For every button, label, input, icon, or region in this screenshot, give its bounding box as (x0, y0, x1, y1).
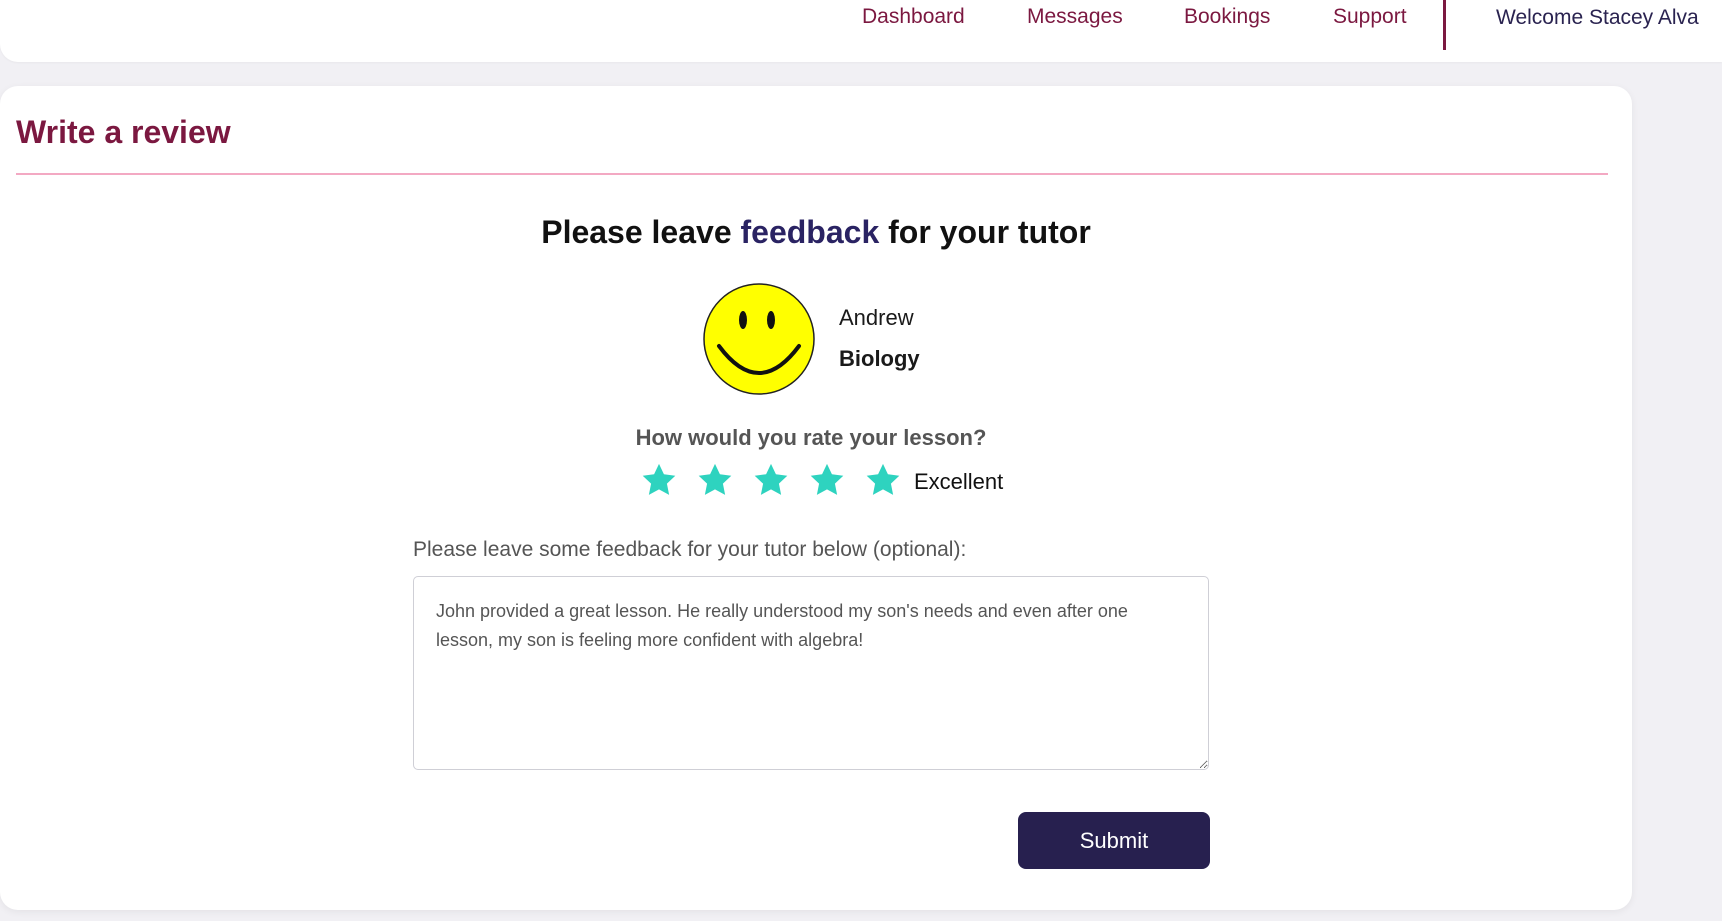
nav-link-support[interactable]: Support (1333, 4, 1407, 30)
rating-label: Excellent (914, 469, 1004, 494)
review-card: Write a review Please leave feedback for… (0, 86, 1632, 910)
feedback-label: Please leave some feedback for your tuto… (413, 538, 967, 561)
nav-divider (1443, 0, 1446, 50)
heading-text-accent: feedback (740, 214, 880, 250)
star-rating: Excellent (640, 460, 1003, 500)
star-icon-2[interactable] (696, 461, 734, 499)
star-icon-4[interactable] (808, 461, 846, 499)
top-navigation-bar: Dashboard Messages Bookings Support Welc… (0, 0, 1722, 62)
submit-button[interactable]: Submit (1018, 812, 1210, 869)
nav-link-bookings[interactable]: Bookings (1184, 4, 1270, 30)
star-icon-3[interactable] (752, 461, 790, 499)
star-icon-1[interactable] (640, 461, 678, 499)
smiley-face-icon (703, 283, 815, 395)
tutor-name: Andrew (839, 305, 914, 330)
tutor-subject: Biology (839, 346, 920, 371)
feedback-heading: Please leave feedback for your tutor (0, 212, 1632, 252)
nav-link-messages[interactable]: Messages (1027, 4, 1123, 30)
rating-question: How would you rate your lesson? (635, 425, 987, 450)
star-icon-5[interactable] (864, 461, 902, 499)
heading-text-before: Please leave (541, 214, 741, 250)
nav-link-dashboard[interactable]: Dashboard (862, 4, 965, 30)
heading-text-after: for your tutor (879, 214, 1091, 250)
title-divider (16, 173, 1608, 175)
page-title: Write a review (16, 114, 231, 150)
feedback-textarea[interactable]: John provided a great lesson. He really … (413, 576, 1209, 770)
welcome-user-text: Welcome Stacey Alva (1496, 6, 1699, 29)
